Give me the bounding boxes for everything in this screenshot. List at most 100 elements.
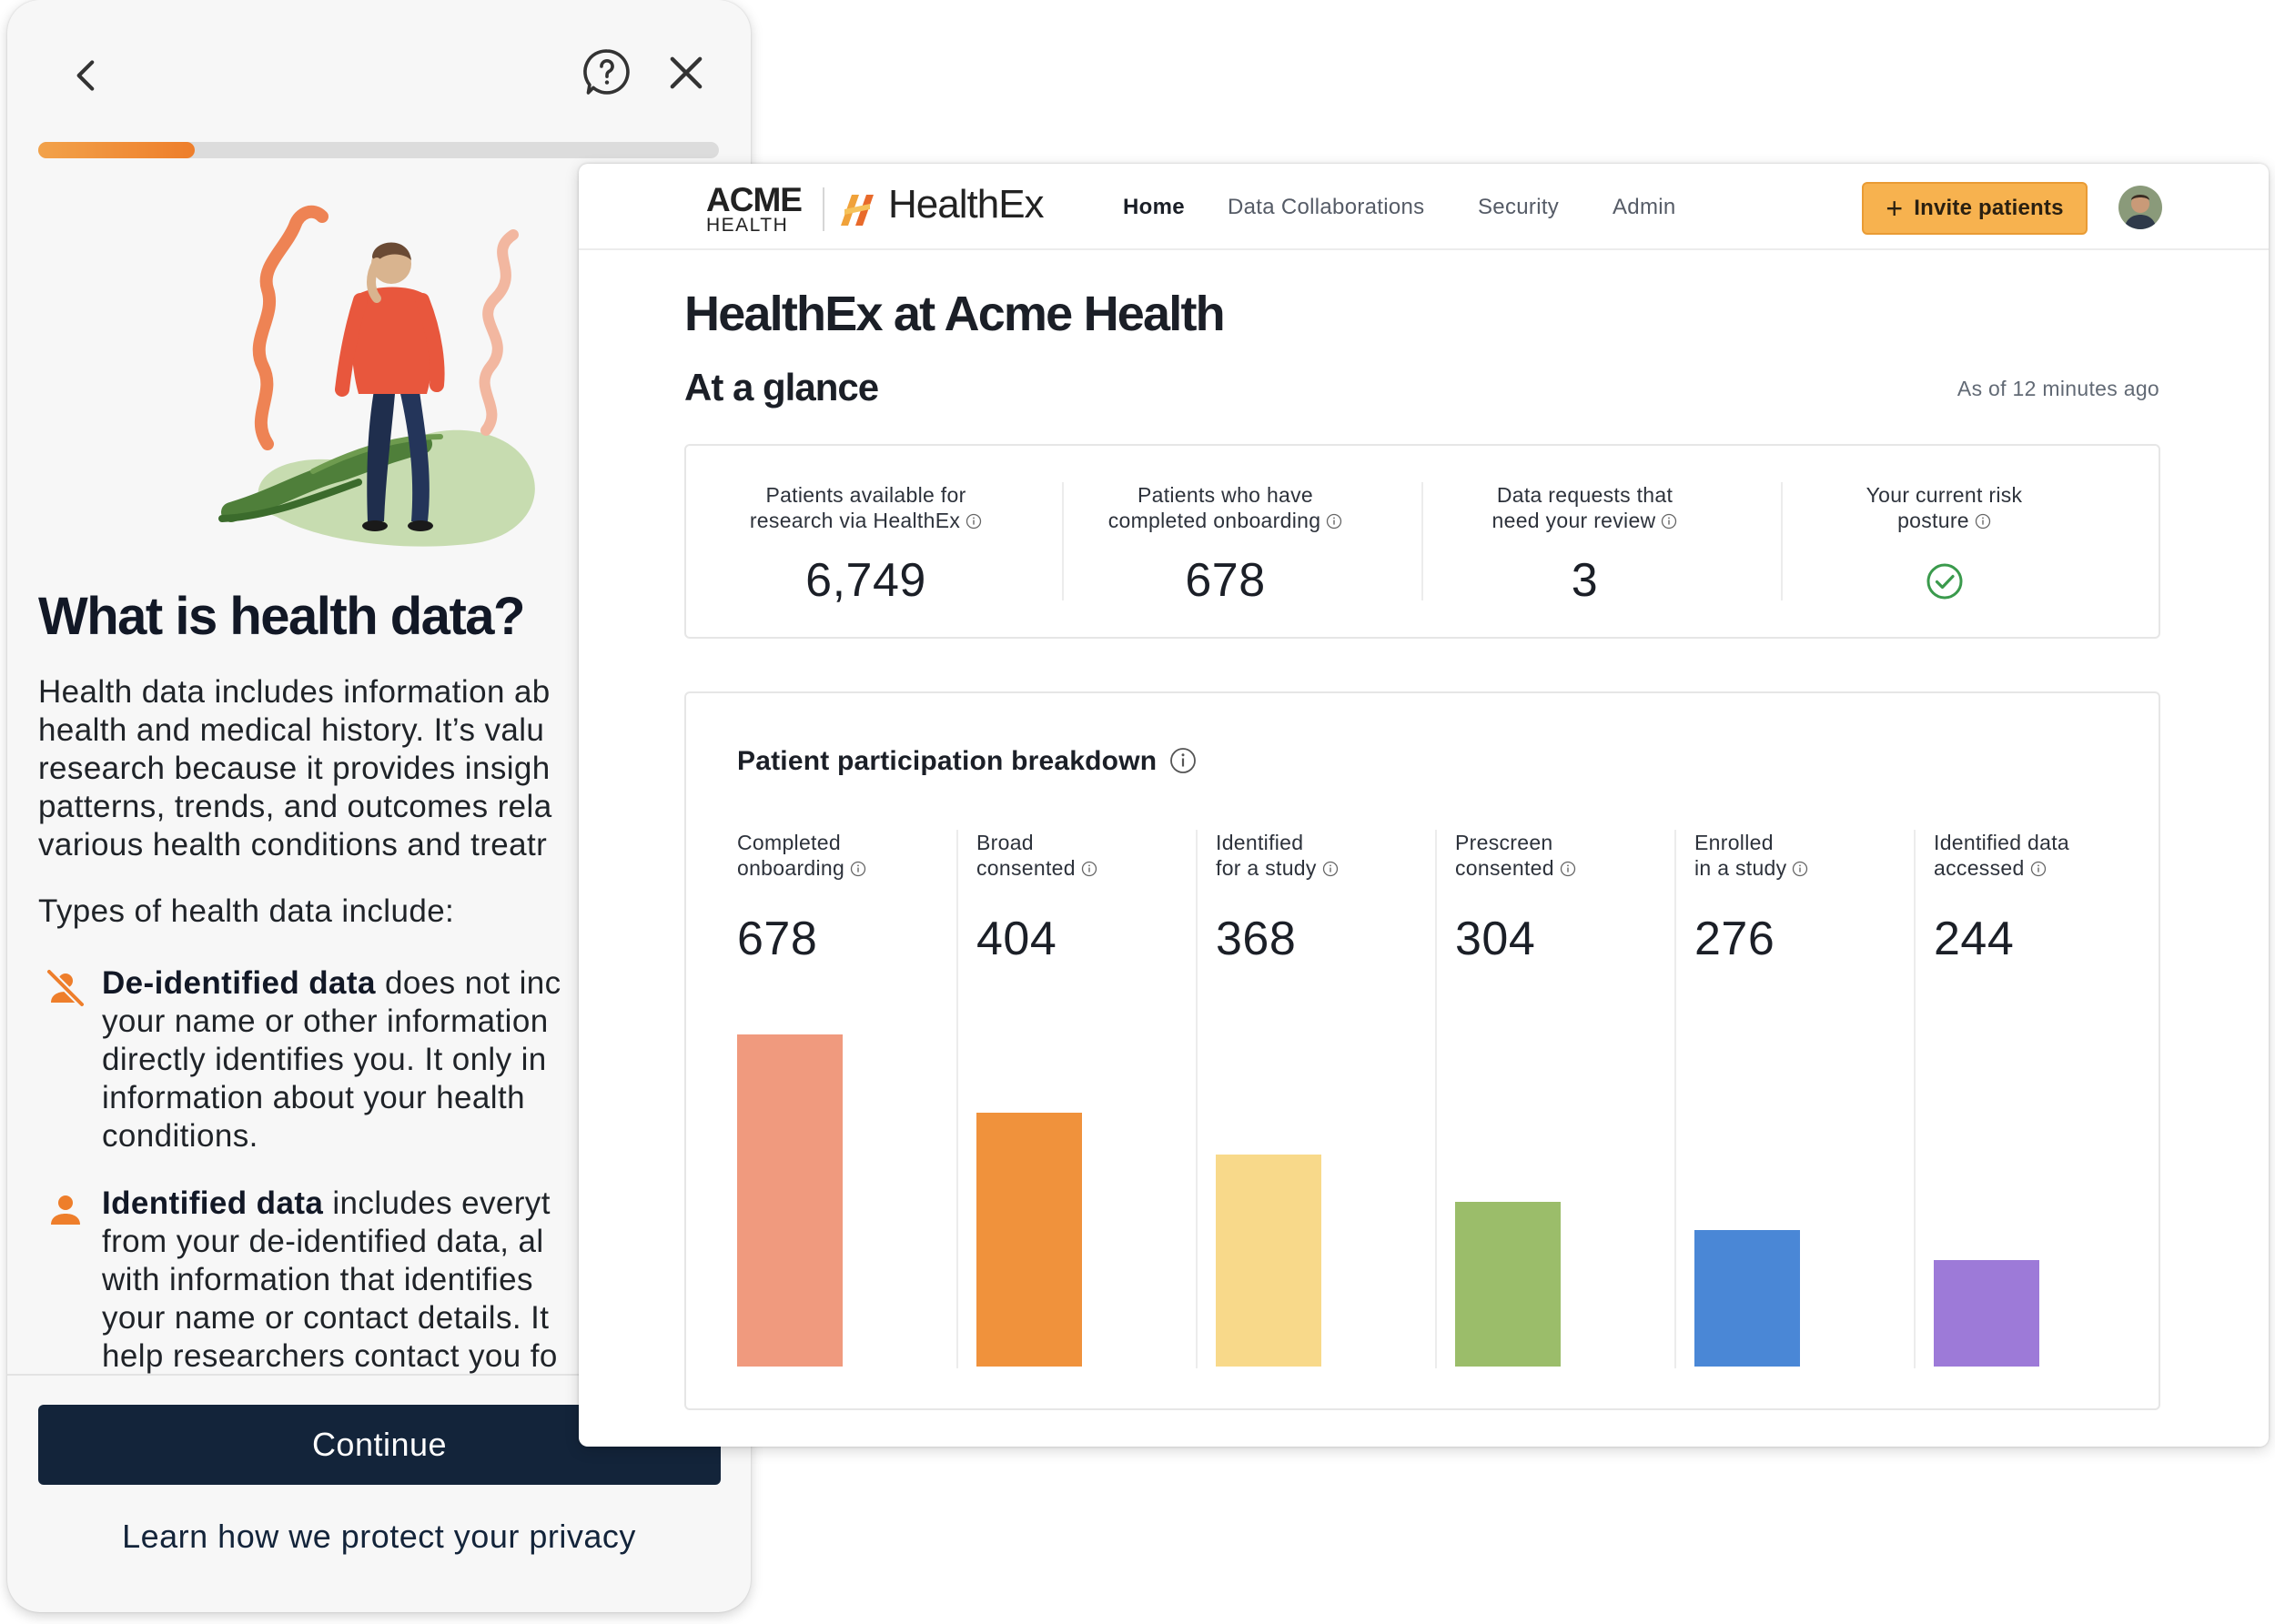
category-value-label: 678 [737,913,818,965]
info-icon[interactable] [1326,513,1342,530]
category-value-label: 276 [1694,913,1775,965]
category-label-line: consented [976,856,1076,880]
info-icon[interactable] [850,861,866,877]
category-label: Identified for a study [1216,830,1455,881]
user-avatar[interactable] [2118,186,2162,229]
breakdown-column: Completed onboarding 678 [737,830,976,1367]
types-heading: Types of health data include: [38,893,455,929]
metric-label-line: research via HealthEx [749,509,961,532]
last-updated-timestamp: As of 12 minutes ago [1956,377,2159,400]
nav-admin[interactable]: Admin [1613,195,1676,220]
plus-icon: + [1886,192,1904,225]
metric-label-line: completed onboarding [1107,509,1321,532]
person-off-icon [46,968,86,1008]
metric-label-line: Patients who have [1137,483,1314,507]
progress-bar [38,142,719,158]
category-label-line: for a study [1216,856,1317,880]
category-label-line: consented [1455,856,1554,880]
category-value-label: 404 [976,913,1057,965]
bar[interactable] [1455,1202,1561,1367]
metric-label: Patients who have completed onboarding [1046,482,1405,533]
metric-data-requests: Data requests that need your review 3 [1405,446,1764,637]
person-walking-illustration [218,205,535,547]
bar[interactable] [737,1034,843,1367]
metric-patients-available: Patients available for research via Heal… [686,446,1046,637]
metric-label-line: Patients available for [765,483,966,507]
metric-label-line: Your current risk [1866,483,2023,507]
info-icon[interactable] [1169,747,1197,774]
breakdown-column: Enrolled in a study 276 [1694,830,1934,1367]
acme-logo-subtext: HEALTH [706,215,789,236]
bar[interactable] [1216,1155,1321,1367]
bar[interactable] [976,1113,1082,1367]
deidentified-data-term: De-identified data [102,965,376,1001]
metric-value[interactable]: 3 [1405,553,1764,608]
metric-label: Patients available for research via Heal… [686,482,1046,533]
metric-value: 6,749 [805,554,926,607]
acme-health-logo[interactable]: ACME HEALTH [706,183,806,236]
category-label: Completed onboarding [737,830,976,881]
category-label: Identified data accessed [1934,830,2173,881]
metric-risk-posture: Your current risk posture [1764,446,2124,637]
metric-label-line: posture [1897,509,1969,532]
category-label-line: Broad [976,831,1034,854]
nav-home[interactable]: Home [1123,195,1185,220]
logo-divider [823,187,824,231]
page-title: HealthEx at Acme Health [684,287,1226,341]
breakdown-column: Identified data accessed 244 [1934,830,2173,1367]
identified-data-term: Identified data [102,1185,324,1221]
category-label-line: Enrolled [1694,831,1774,854]
info-icon[interactable] [1661,513,1677,530]
metric-label: Your current risk posture [1764,482,2124,533]
person-icon [51,1195,80,1225]
check-circle-icon [1926,563,1963,600]
healthex-logo-mark-icon [841,195,874,226]
info-icon[interactable] [1975,513,1991,530]
item-text: includes everyt [323,1185,551,1221]
metric-value: 678 [1185,554,1266,607]
info-icon[interactable] [1322,861,1339,877]
column-divider [956,830,958,1368]
category-label: Enrolled in a study [1694,830,1934,881]
info-icon[interactable] [1081,861,1097,877]
metric-label-line: Data requests that [1496,483,1673,507]
breakdown-title: Patient participation breakdown [737,746,1197,777]
item-text: does not inc [375,965,561,1001]
category-value-label: 304 [1455,913,1536,965]
category-label-line: onboarding [737,856,845,880]
nav-data-collaborations[interactable]: Data Collaborations [1228,195,1425,220]
category-value-label: 368 [1216,913,1297,965]
top-navigation-bar: ACME HEALTH HealthEx Home Data Collabora… [579,164,2269,250]
dashboard-window: ACME HEALTH HealthEx Home Data Collabora… [579,164,2269,1447]
column-divider [1914,830,1916,1368]
breakdown-column: Prescreen consented 304 [1455,830,1694,1367]
category-label: Broad consented [976,830,1216,881]
healthex-logo-text[interactable]: HealthEx [888,182,1045,227]
privacy-link[interactable]: Learn how we protect your privacy [7,1518,751,1556]
progress-fill [38,142,196,158]
info-icon[interactable] [1792,861,1808,877]
metric-label-line: need your review [1491,509,1656,532]
invite-patients-button[interactable]: + Invite patients [1862,182,2088,235]
category-label-line: Completed [737,831,841,854]
column-divider [1674,830,1676,1368]
category-label-line: Identified data [1934,831,2070,854]
page-title: What is health data? [38,587,525,646]
info-icon[interactable] [2030,861,2047,877]
back-chevron-icon[interactable] [64,53,109,98]
close-icon[interactable] [662,49,710,96]
help-icon[interactable] [581,45,633,98]
bar[interactable] [1934,1260,2039,1367]
bar[interactable] [1694,1230,1800,1367]
category-label-line: accessed [1934,856,2025,880]
category-label: Prescreen consented [1455,830,1694,881]
category-label-line: Prescreen [1455,831,1553,854]
info-icon[interactable] [1560,861,1576,877]
nav-security[interactable]: Security [1478,195,1559,220]
section-title-at-a-glance: At a glance [684,366,879,409]
column-divider [1196,830,1198,1368]
info-icon[interactable] [966,513,982,530]
breakdown-column: Identified for a study 368 [1216,830,1455,1367]
invite-patients-label: Invite patients [1914,196,2064,220]
breakdown-column: Broad consented 404 [976,830,1216,1367]
